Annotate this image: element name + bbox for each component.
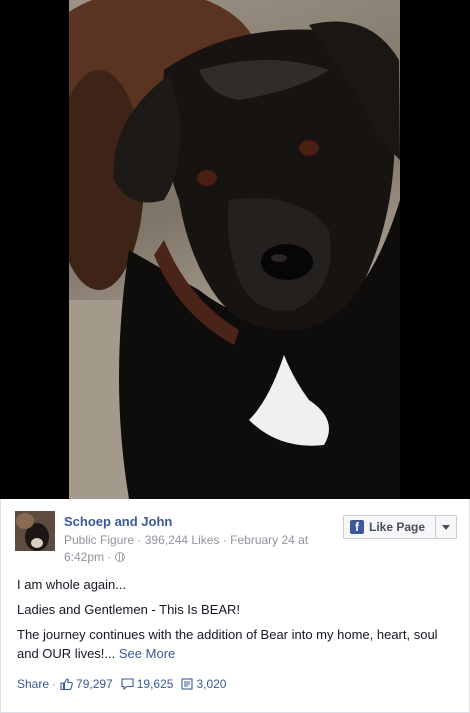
share-stat[interactable]: 3,020 <box>181 677 226 691</box>
comment-icon <box>121 678 134 690</box>
like-page-menu-button[interactable] <box>436 516 456 538</box>
share-count: 3,020 <box>196 677 227 691</box>
page-likes: 396,244 Likes <box>144 533 220 547</box>
avatar-image <box>15 511 55 551</box>
like-page-label: Like Page <box>369 520 426 534</box>
like-count: 79,297 <box>76 677 113 691</box>
meta-separator: · <box>137 533 142 547</box>
post-time[interactable]: 6:42pm <box>64 550 104 564</box>
comment-stat[interactable]: 19,625 <box>121 677 174 691</box>
meta-separator: · <box>222 533 227 547</box>
chevron-down-icon <box>442 524 450 530</box>
post-date[interactable]: February 24 at <box>230 533 308 547</box>
like-stat[interactable]: 79,297 <box>60 677 113 691</box>
avatar[interactable] <box>15 511 55 551</box>
post-meta: Public Figure · 396,244 Likes · February… <box>64 532 329 566</box>
share-link[interactable]: Share <box>17 677 49 691</box>
post-body-text: The journey continues with the addition … <box>17 627 438 661</box>
dog-photo-illustration <box>69 0 400 499</box>
meta-separator: · <box>107 550 112 564</box>
globe-icon[interactable] <box>114 552 125 562</box>
page-category: Public Figure <box>64 533 135 547</box>
footer-separator: · <box>52 677 57 691</box>
facebook-icon: f <box>350 520 364 534</box>
see-more-link[interactable]: See More <box>119 646 175 661</box>
like-page-button[interactable]: f Like Page <box>343 515 457 539</box>
post-footer: Share · 79,297 19,625 3,020 <box>17 677 234 691</box>
photo-frame <box>0 0 470 499</box>
post-photo[interactable] <box>69 0 400 499</box>
post-paragraph: I am whole again... <box>17 577 127 592</box>
post-paragraph-last: The journey continues with the addition … <box>17 625 457 663</box>
thumbs-up-icon <box>60 678 73 690</box>
page-name-link[interactable]: Schoep and John <box>64 514 172 529</box>
share-icon <box>181 678 193 690</box>
post-body: I am whole again... Ladies and Gentlemen… <box>17 575 457 669</box>
like-page-main[interactable]: f Like Page <box>344 516 435 538</box>
post-card: Schoep and John Public Figure · 396,244 … <box>0 499 470 713</box>
post-paragraph: Ladies and Gentlemen - This Is BEAR! <box>17 602 241 617</box>
comment-count: 19,625 <box>136 677 174 691</box>
